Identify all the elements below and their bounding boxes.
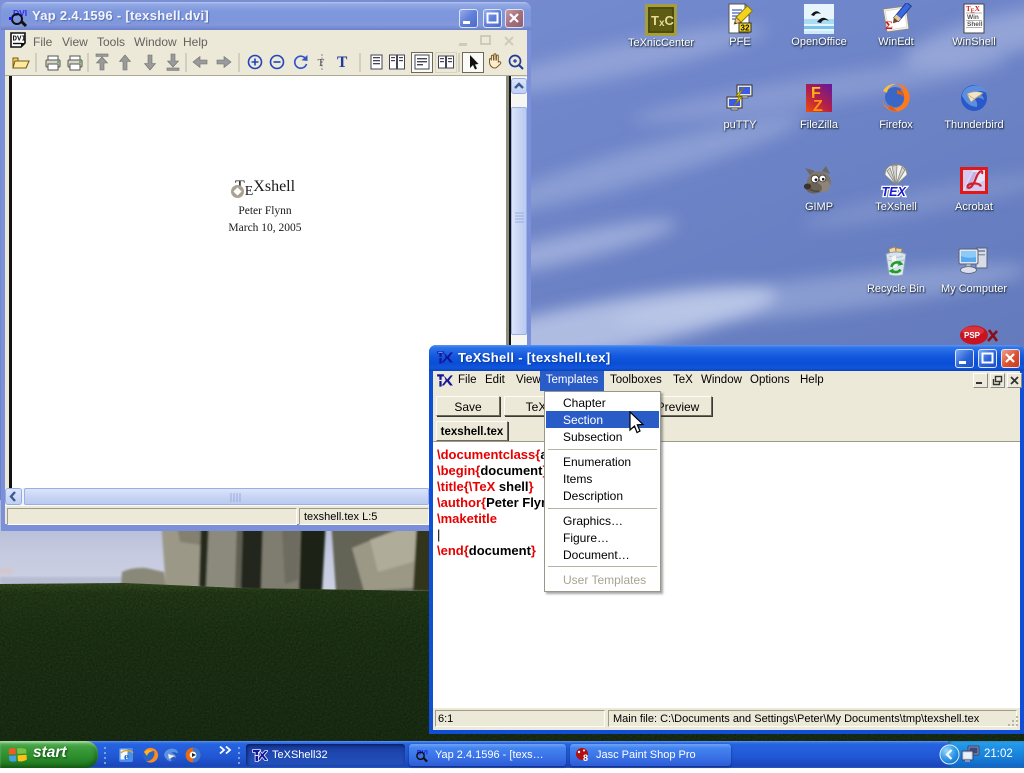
svg-text:Σ: Σ [885,18,893,32]
svg-text:e: e [124,751,129,763]
svg-text:Z: Z [813,98,823,114]
svg-text:T: T [337,54,348,71]
svg-text:DVI: DVI [13,8,27,18]
svg-text:TEX: TEX [882,185,907,199]
svg-text:Win: Win [967,14,979,21]
svg-text:32: 32 [741,24,750,33]
svg-text:PSP: PSP [964,331,981,340]
svg-text:DVI: DVI [13,36,27,44]
svg-text:8: 8 [583,753,588,763]
svg-text:Shell: Shell [967,21,983,28]
svg-text:T: T [318,57,325,69]
